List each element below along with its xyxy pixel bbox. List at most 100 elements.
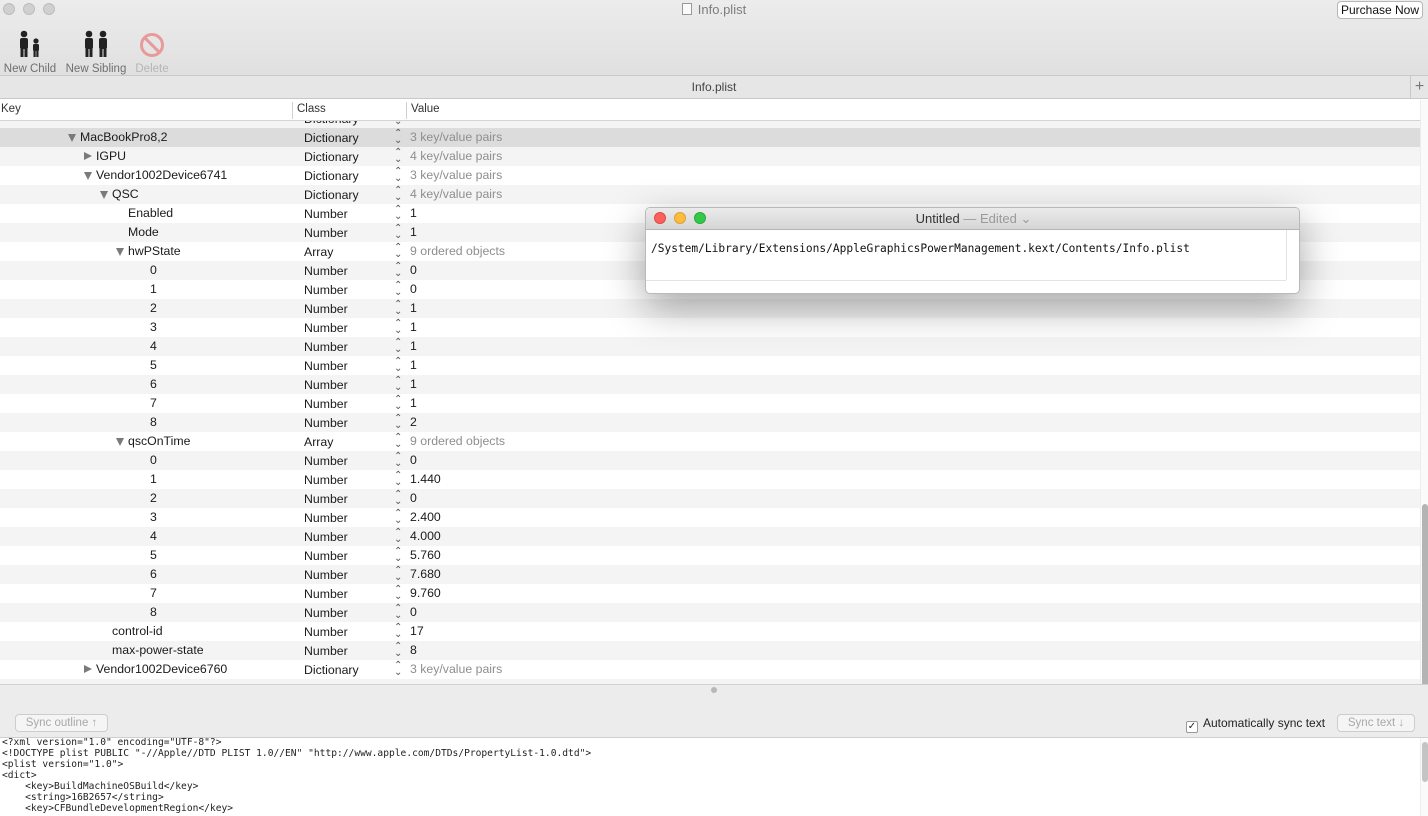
class-stepper-icon[interactable]: ⌃⌄ xyxy=(394,509,402,526)
row-class[interactable]: Dictionary xyxy=(304,663,359,677)
row-value[interactable]: 0 xyxy=(410,282,417,296)
outline-row[interactable]: max-power-state Number ⌃ ⌄ 8 xyxy=(0,641,1420,660)
row-value[interactable]: 8 xyxy=(410,643,417,657)
outline-row[interactable]: control-id Number ⌃ ⌄ 17 xyxy=(0,622,1420,641)
row-class[interactable]: Array xyxy=(304,245,333,259)
row-class[interactable]: Dictionary xyxy=(304,131,359,145)
class-stepper-icon[interactable]: ⌃⌄ xyxy=(394,357,402,374)
outline-row[interactable]: MacBookPro8,2 Dictionary ⌃ ⌄ 3 key/value pai… xyxy=(0,128,1420,147)
row-class[interactable]: Number xyxy=(304,530,348,544)
column-class-header[interactable]: Class xyxy=(297,103,326,115)
row-class[interactable]: Number xyxy=(304,359,348,373)
row-value[interactable]: 0 xyxy=(410,605,417,619)
outline-row[interactable]: 1 Number ⌃ ⌄ 1.440 xyxy=(0,470,1420,489)
row-class[interactable]: Number xyxy=(304,283,348,297)
row-class[interactable]: Dictionary xyxy=(304,150,359,164)
row-value[interactable]: 7.680 xyxy=(410,567,441,581)
row-value[interactable]: 5.760 xyxy=(410,548,441,562)
row-key[interactable]: hwPState xyxy=(128,244,181,258)
disclosure-closed-icon[interactable] xyxy=(84,665,92,673)
chevron-down-icon[interactable]: ⌄ xyxy=(1017,211,1031,226)
row-value[interactable]: 1 xyxy=(410,377,417,391)
textedit-titlebar[interactable]: Untitled — Edited ⌄ xyxy=(646,208,1299,230)
row-key[interactable]: 4 xyxy=(150,529,157,543)
outline-row[interactable]: 3 Number ⌃ ⌄ 2.400 xyxy=(0,508,1420,527)
row-key[interactable]: Vendor1002Device6741 xyxy=(96,168,227,182)
class-stepper-icon[interactable]: ⌃⌄ xyxy=(394,243,402,260)
new-child-button[interactable]: New Child xyxy=(3,24,57,75)
row-value[interactable]: 3 key/value pairs xyxy=(410,168,502,182)
delete-button[interactable]: Delete xyxy=(132,24,172,75)
row-key[interactable]: 7 xyxy=(150,586,157,600)
row-value[interactable]: 9.760 xyxy=(410,586,441,600)
row-class[interactable]: Number xyxy=(304,264,348,278)
row-key[interactable]: 8 xyxy=(150,415,157,429)
outline-row[interactable]: 2 Number ⌃ ⌄ 0 xyxy=(0,489,1420,508)
disclosure-open-icon[interactable] xyxy=(116,248,124,256)
purchase-now-button[interactable]: Purchase Now xyxy=(1337,1,1423,19)
class-stepper-icon[interactable]: ⌃⌄ xyxy=(394,528,402,545)
class-stepper-icon[interactable]: ⌃⌄ xyxy=(394,205,402,222)
row-key[interactable]: 2 xyxy=(150,491,157,505)
outline-scrollbar[interactable] xyxy=(1420,100,1428,690)
row-key[interactable]: 0 xyxy=(150,263,157,277)
outline-row[interactable]: 4 Number ⌃ ⌄ 4.000 xyxy=(0,527,1420,546)
class-stepper-icon[interactable]: ⌃⌄ xyxy=(394,319,402,336)
class-stepper-icon[interactable]: ⌃⌄ xyxy=(394,224,402,241)
class-stepper-icon[interactable]: ⌃⌄ xyxy=(394,604,402,621)
row-value[interactable]: 1 xyxy=(410,339,417,353)
class-stepper-icon[interactable]: ⌃⌄ xyxy=(394,661,402,678)
row-value[interactable]: 9 ordered objects xyxy=(410,434,505,448)
row-class[interactable]: Number xyxy=(304,302,348,316)
class-stepper-icon[interactable]: ⌃⌄ xyxy=(394,452,402,469)
sync-outline-button[interactable]: Sync outline ↑ xyxy=(15,714,108,732)
class-stepper-icon[interactable]: ⌃⌄ xyxy=(394,471,402,488)
row-value[interactable]: 1 xyxy=(410,396,417,410)
row-class[interactable]: Dictionary xyxy=(304,121,359,126)
outline-row[interactable]: Dictionary ⌃⌄ xyxy=(0,121,1420,128)
row-value[interactable]: 4 key/value pairs xyxy=(410,149,502,163)
row-class[interactable]: Number xyxy=(304,644,348,658)
row-key[interactable]: IGPU xyxy=(96,149,126,163)
new-sibling-button[interactable]: New Sibling xyxy=(64,24,128,75)
auto-sync-checkbox[interactable]: ✓ Automatically sync text xyxy=(1186,716,1325,733)
class-stepper-icon[interactable]: ⌃⌄ xyxy=(394,148,402,165)
outline-row[interactable]: 3 Number ⌃ ⌄ 1 xyxy=(0,318,1420,337)
row-class[interactable]: Number xyxy=(304,625,348,639)
row-class[interactable]: Number xyxy=(304,207,348,221)
row-value[interactable]: 9 ordered objects xyxy=(410,244,505,258)
outline-row[interactable]: 4 Number ⌃ ⌄ 1 xyxy=(0,337,1420,356)
source-scroll-thumb[interactable] xyxy=(1422,742,1428,782)
tab-info-plist[interactable]: Info.plist xyxy=(0,80,1428,94)
row-key[interactable]: control-id xyxy=(112,624,163,638)
row-key[interactable]: Enabled xyxy=(128,206,173,220)
row-key[interactable]: qscOnTime xyxy=(128,434,190,448)
class-stepper-icon[interactable]: ⌃⌄ xyxy=(394,547,402,564)
row-value[interactable]: 2.400 xyxy=(410,510,441,524)
row-value[interactable]: 17 xyxy=(410,624,424,638)
row-value[interactable]: 4.000 xyxy=(410,529,441,543)
row-class[interactable]: Number xyxy=(304,549,348,563)
row-key[interactable]: 1 xyxy=(150,472,157,486)
row-key[interactable]: 5 xyxy=(150,358,157,372)
outline-row[interactable]: 5 Number ⌃ ⌄ 1 xyxy=(0,356,1420,375)
class-stepper-icon[interactable]: ⌃⌄ xyxy=(394,300,402,317)
row-key[interactable]: 8 xyxy=(150,605,157,619)
row-key[interactable]: Mode xyxy=(128,225,159,239)
row-class[interactable]: Number xyxy=(304,397,348,411)
row-key[interactable]: 6 xyxy=(150,567,157,581)
class-stepper-icon[interactable]: ⌃⌄ xyxy=(394,490,402,507)
row-class[interactable]: Number xyxy=(304,226,348,240)
row-class[interactable]: Dictionary xyxy=(304,188,359,202)
row-class[interactable]: Number xyxy=(304,568,348,582)
class-stepper-icon[interactable]: ⌃⌄ xyxy=(394,281,402,298)
row-class[interactable]: Number xyxy=(304,606,348,620)
row-value[interactable]: 1 xyxy=(410,206,417,220)
disclosure-closed-icon[interactable] xyxy=(84,152,92,160)
class-stepper-icon[interactable]: ⌃⌄ xyxy=(394,585,402,602)
row-key[interactable]: 1 xyxy=(150,282,157,296)
class-stepper-icon[interactable]: ⌃⌄ xyxy=(394,338,402,355)
row-key[interactable]: 2 xyxy=(150,301,157,315)
outline-row[interactable]: qscOnTime Array ⌃ ⌄ 9 ordered objects xyxy=(0,432,1420,451)
textedit-title[interactable]: Untitled — Edited ⌄ xyxy=(646,211,1299,227)
